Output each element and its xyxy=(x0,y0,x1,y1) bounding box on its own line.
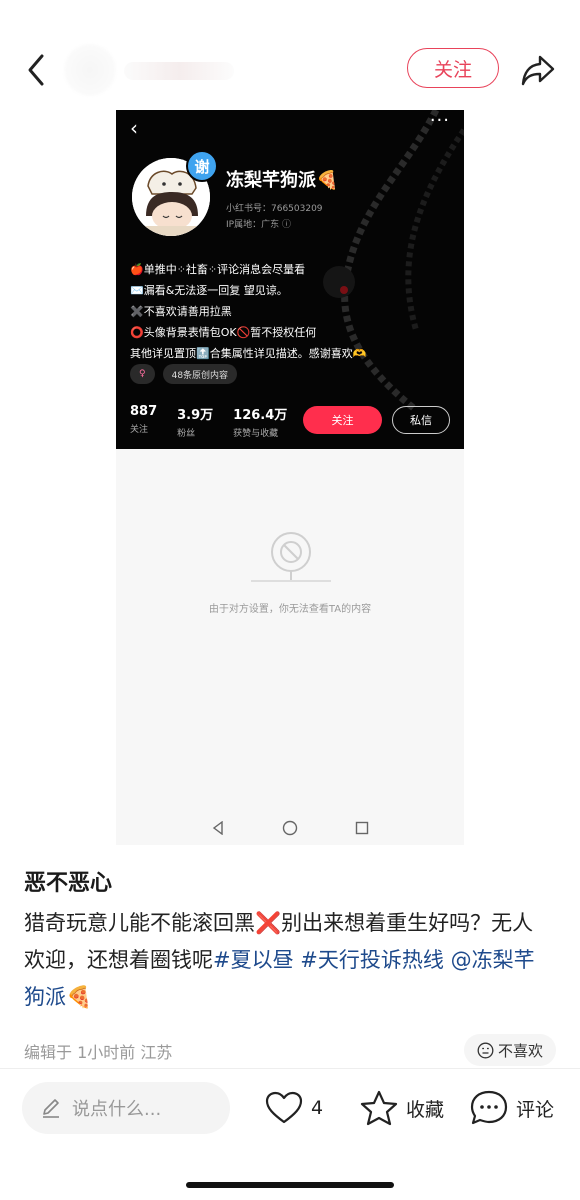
works-tag: 48条原创内容 xyxy=(162,364,238,384)
sad-face-icon xyxy=(477,1042,494,1058)
stat-number: 3.9万 xyxy=(177,408,214,423)
stat-label: 粉丝 xyxy=(177,429,196,439)
profile-name: 冻梨芊狗派🍕 xyxy=(226,170,339,191)
official-badge: 谢 xyxy=(186,150,218,182)
top-bar: 关注 xyxy=(0,40,580,100)
back-arrow-icon[interactable] xyxy=(22,52,52,88)
android-nav-bar xyxy=(116,810,464,845)
post-title: 恶不恶心 xyxy=(24,871,113,896)
pencil-icon xyxy=(43,1099,59,1118)
follow-button[interactable]: 关注 xyxy=(407,48,499,88)
bio-line: 其他详见置顶🔝合集属性详见描述。感谢喜欢🫶 xyxy=(130,347,367,360)
dislike-label: 不喜欢 xyxy=(497,1041,543,1060)
stat-label: 获赞与收藏 xyxy=(233,429,279,439)
star-icon xyxy=(360,1090,398,1126)
bio-line: ✖️不喜欢请善用拉黑 xyxy=(130,305,232,318)
comment-placeholder: 说点什么... xyxy=(72,1099,162,1120)
stat-followers: 3.9万 粉丝 xyxy=(177,404,213,439)
inner-follow-button: 关注 xyxy=(303,406,382,434)
nav-home-icon xyxy=(282,820,298,835)
post-body: 猎奇玩意儿能不能滚回黑❌别出来想着重生好吗？无人欢迎，还想着圈钱呢#夏以昼 #天… xyxy=(24,905,554,1016)
profile-tags: ♀ 48条原创内容 xyxy=(130,364,238,384)
bio-line: ⭕头像背景表情包OK🚫暂不授权任何 xyxy=(130,326,317,339)
author-name[interactable] xyxy=(124,62,234,80)
profile-header: ‹ ··· 谢 冻梨芊狗派🍕 小红书号：766503209 IP属地：广东 ⓘ … xyxy=(116,110,464,449)
inner-message-button: 私信 xyxy=(392,406,450,434)
comment-bubble-icon xyxy=(470,1090,508,1125)
blocked-content-icon xyxy=(251,532,331,582)
divider xyxy=(0,1068,580,1069)
profile-id: 小红书号：766503209 xyxy=(226,204,323,214)
dislike-button[interactable]: 不喜欢 xyxy=(464,1034,556,1066)
nav-recent-icon xyxy=(356,821,369,834)
stat-following: 887 关注 xyxy=(130,404,157,439)
like-button[interactable]: 4 xyxy=(265,1088,323,1128)
stat-label: 关注 xyxy=(130,425,149,435)
stat-number: 126.4万 xyxy=(233,408,288,423)
blocked-message: 由于对方设置，你无法查看TA的内容 xyxy=(208,604,372,615)
gender-tag: ♀ xyxy=(130,364,155,384)
profile-stats: 887 关注 3.9万 粉丝 126.4万 获赞与收藏 xyxy=(130,404,307,439)
stat-number: 887 xyxy=(130,404,158,419)
hashtag-link[interactable]: #天行投诉热线 xyxy=(300,948,444,972)
stat-likes: 126.4万 获赞与收藏 xyxy=(233,404,287,439)
nav-back-icon xyxy=(212,820,223,835)
inner-back-icon: ‹ xyxy=(130,116,138,140)
hashtag-link[interactable]: #夏以昼 xyxy=(213,948,294,972)
collect-label: 收藏 xyxy=(406,1098,445,1121)
heart-icon xyxy=(265,1091,303,1124)
like-count: 4 xyxy=(311,1097,324,1119)
bio-line: ✉️漏看&无法逐一回复 望见谅。 xyxy=(130,284,288,297)
profile-ip: IP属地：广东 ⓘ xyxy=(226,220,291,230)
share-icon[interactable] xyxy=(520,53,556,87)
post-meta: 编辑于 1小时前 江苏 xyxy=(24,1043,173,1062)
embedded-screenshot[interactable]: ‹ ··· 谢 冻梨芊狗派🍕 小红书号：766503209 IP属地：广东 ⓘ … xyxy=(116,110,464,845)
comment-input[interactable]: 说点什么... xyxy=(22,1082,230,1134)
collect-button[interactable]: 收藏 xyxy=(360,1088,444,1128)
home-indicator xyxy=(186,1182,394,1188)
inner-more-icon: ··· xyxy=(429,110,450,131)
bio-line: 🍎单推中⁘社畜⁘评论消息会尽量看 xyxy=(130,263,306,276)
profile-bio: 🍎单推中⁘社畜⁘评论消息会尽量看 ✉️漏看&无法逐一回复 望见谅。 ✖️不喜欢请… xyxy=(130,259,366,364)
comment-label: 评论 xyxy=(516,1098,555,1121)
author-avatar[interactable] xyxy=(64,44,116,96)
comment-button[interactable]: 评论 xyxy=(470,1088,554,1128)
